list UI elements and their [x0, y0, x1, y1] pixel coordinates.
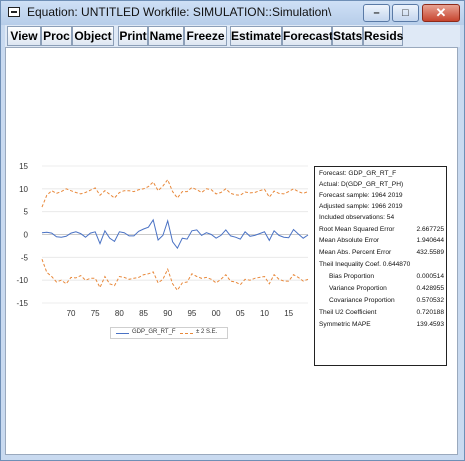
stats-theil-label: Theil Inequality Coef. 0.644870 — [319, 261, 411, 268]
chart-legend: GDP_GR_RT_F ± 2 S.E. — [110, 327, 228, 339]
y-tick-label: -15 — [16, 299, 28, 308]
stats-theil-u2-value: 0.720188 — [416, 309, 444, 316]
stats-bias-value: 0.000514 — [416, 273, 444, 280]
stats-bias-label: Bias Proportion — [329, 273, 375, 280]
stats-forecast-sample: Forecast sample: 1964 2019 — [319, 192, 403, 199]
stats-theil-u2-label: Theil U2 Coefficient — [319, 309, 377, 316]
stats-mae-value: 1.940644 — [416, 237, 444, 244]
y-tick-label: 10 — [19, 185, 28, 194]
stats-included-observations: Included observations: 54 — [319, 214, 395, 221]
forecast-stats-box: Forecast: GDP_GR_RT_F Actual: D(GDP_GR_R… — [314, 166, 447, 366]
x-tick-label: 75 — [91, 309, 100, 318]
stats-mape-value: 432.5589 — [416, 249, 444, 256]
stats-covariance-value: 0.570532 — [416, 297, 444, 304]
stats-mape-label: Mean Abs. Percent Error — [319, 249, 392, 256]
lower-band-line — [41, 259, 309, 292]
x-tick-label: 80 — [115, 309, 124, 318]
stats-actual-label: Actual: D(GDP_GR_RT_PH) — [319, 181, 404, 188]
upper-band-line — [41, 178, 309, 208]
x-tick-label: 90 — [163, 309, 172, 318]
y-tick-label: -5 — [21, 253, 29, 262]
legend-label-forecast: GDP_GR_RT_F — [132, 329, 176, 335]
legend-label-se: ± 2 S.E. — [196, 329, 218, 335]
y-tick-label: 15 — [19, 162, 28, 171]
stats-covariance-label: Covariance Proportion — [329, 297, 395, 304]
y-tick-label: 5 — [24, 208, 29, 217]
x-tick-label: 85 — [139, 309, 148, 318]
stats-adjusted-sample: Adjusted sample: 1966 2019 — [319, 203, 403, 210]
stats-variance-label: Variance Proportion — [329, 285, 387, 292]
stats-smape-label: Symmetric MAPE — [319, 321, 371, 328]
x-tick-label: 15 — [284, 309, 293, 318]
legend-swatch-forecast — [116, 333, 129, 334]
x-tick-label: 70 — [67, 309, 76, 318]
y-tick-label: 0 — [24, 231, 29, 240]
x-tick-label: 10 — [260, 309, 269, 318]
stats-variance-value: 0.428955 — [416, 285, 444, 292]
stats-rmse-value: 2.667725 — [416, 226, 444, 233]
stats-smape-value: 139.4593 — [416, 321, 444, 328]
y-tick-label: -10 — [16, 276, 28, 285]
x-tick-label: 95 — [187, 309, 196, 318]
x-tick-label: 05 — [236, 309, 245, 318]
x-tick-label: 00 — [212, 309, 221, 318]
legend-swatch-se — [180, 333, 193, 334]
stats-forecast-label: Forecast: GDP_GR_RT_F — [319, 170, 397, 177]
stats-rmse-label: Root Mean Squared Error — [319, 226, 395, 233]
stats-mae-label: Mean Absolute Error — [319, 237, 380, 244]
forecast-line — [41, 218, 309, 250]
